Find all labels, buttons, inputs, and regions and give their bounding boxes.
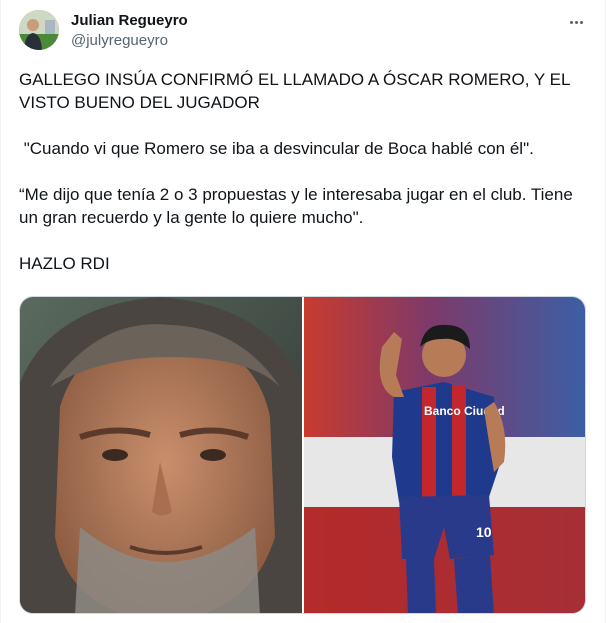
author-display-name[interactable]: Julian Regueyro (71, 12, 188, 30)
tweet-media: Banco Ciudad 10 (19, 296, 586, 614)
media-photo-player[interactable]: Banco Ciudad 10 (304, 297, 585, 613)
shirt-number: 10 (476, 524, 492, 540)
tweet-paragraph: “Me dijo que tenía 2 o 3 propuestas y le… (19, 185, 578, 227)
tweet-paragraph: HAZLO RDI (19, 254, 110, 273)
avatar[interactable] (19, 10, 59, 50)
tweet-paragraph: "Cuando vi que Romero se iba a desvincul… (19, 139, 534, 158)
tweet-card: Julian Regueyro @julyregueyro GALLEGO IN… (0, 0, 606, 623)
more-options-icon[interactable] (565, 12, 587, 32)
author-handle[interactable]: @julyregueyro (71, 31, 188, 51)
media-photo-coach[interactable] (20, 297, 302, 613)
tweet-text: GALLEGO INSÚA CONFIRMÓ EL LLAMADO A ÓSCA… (19, 68, 579, 275)
tweet-paragraph: GALLEGO INSÚA CONFIRMÓ EL LLAMADO A ÓSCA… (19, 70, 575, 112)
author-names: Julian Regueyro @julyregueyro (71, 12, 188, 51)
tweet-header: Julian Regueyro @julyregueyro (19, 10, 587, 52)
